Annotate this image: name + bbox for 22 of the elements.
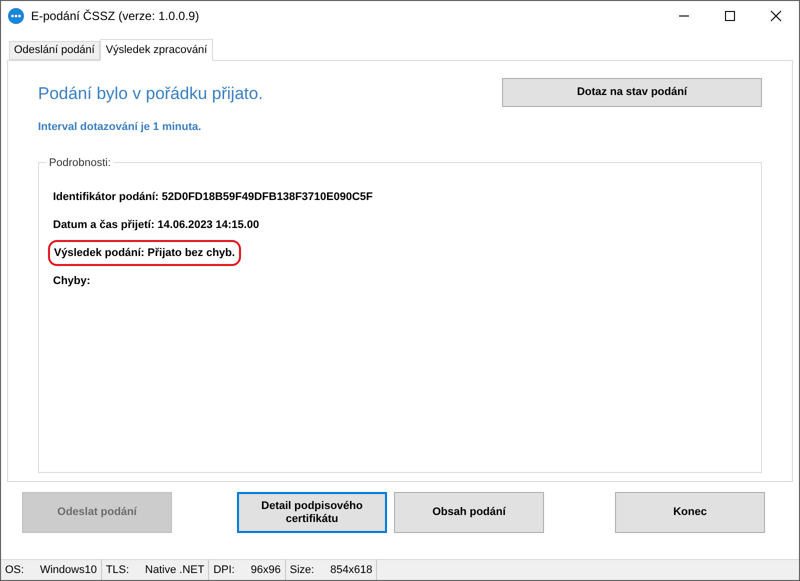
query-status-button[interactable]: Dotaz na stav podání <box>502 78 762 107</box>
status-label: TLS: <box>106 562 130 578</box>
detail-line: Výsledek podání: Přijato bez chyb. <box>48 240 241 266</box>
app-logo-icon <box>8 8 24 24</box>
status-value: 854x618 <box>330 562 372 578</box>
status-heading: Podání bylo v pořádku přijato. <box>38 83 263 105</box>
tab[interactable]: Výsledek zpracování <box>100 39 214 61</box>
status-value: Windows10 <box>40 562 97 578</box>
tab[interactable]: Odeslání podání <box>9 41 100 60</box>
detail-line: Datum a čas přijetí: 14.06.2023 14:15.00 <box>53 218 260 233</box>
status-label: OS: <box>5 562 24 578</box>
status-value: 96x96 <box>250 562 281 578</box>
status-label: DPI: <box>213 562 235 578</box>
window-title: E-podání ČSSZ (verze: 1.0.0.9) <box>31 8 200 25</box>
action-button[interactable]: Detail podpisového certifikátu <box>237 492 387 533</box>
detail-line: Identifikátor podání: 52D0FD18B59F49DFB138F3710E090C5F <box>53 190 373 205</box>
action-button[interactable]: Obsah podání <box>394 492 544 533</box>
action-button[interactable]: Konec <box>615 492 765 533</box>
detail-line: Chyby: <box>53 274 90 289</box>
status-value: Native .NET <box>145 562 204 578</box>
interval-text: Interval dotazování je 1 minuta. <box>38 120 202 134</box>
status-label: Size: <box>290 562 314 578</box>
